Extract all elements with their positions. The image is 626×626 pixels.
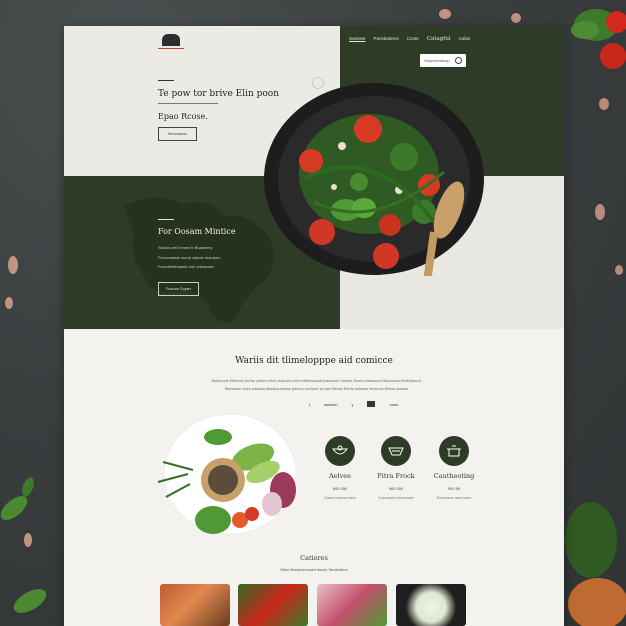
logo-underline	[158, 48, 184, 49]
mid-text-line-2: Feruesaesle sumd satiote manaum	[158, 255, 221, 260]
search-input[interactable]: Sepreivealoup	[420, 54, 466, 67]
platter-icon	[381, 436, 411, 466]
mid-accent-line	[158, 219, 174, 220]
category-thumb-radish[interactable]	[317, 584, 387, 626]
hero-title: Te pow tor brive Elin poon	[158, 89, 280, 99]
search-icon	[455, 57, 462, 64]
feature-card-1[interactable]: Aelvee 600 050 Dasee nariesa leeto	[310, 436, 370, 500]
feature-title: Cautheoting	[433, 472, 475, 480]
nav-item-catalog[interactable]: Catagful	[427, 36, 451, 42]
facebook-icon[interactable]: f	[309, 402, 310, 407]
feature-price: 900 90	[447, 486, 461, 491]
feature-card-3[interactable]: Cautheoting 900 90 Renseteoe nares areo	[424, 436, 484, 500]
hero-rule	[158, 103, 218, 104]
feature-desc: Coeoasare teereoeane	[378, 496, 414, 500]
mid-cta-button[interactable]: Fuauoe Dupler	[158, 282, 199, 296]
website-page: Suenest Pansbaterns Conte Catagful Cabis…	[64, 26, 564, 626]
salad-plate-image	[157, 413, 297, 535]
mid-text-line-1: Senda crel lmnee fe Buaseney	[158, 245, 213, 250]
feature-title: Pitra Frock	[377, 472, 415, 480]
category-thumb-vegetables[interactable]	[238, 584, 308, 626]
salad-bowl-image	[264, 83, 484, 276]
nav-item-home[interactable]: Suenest	[349, 36, 366, 42]
section-text-line-1: Summone Etteemo ferrtor yiebre emre chia…	[211, 379, 422, 383]
top-nav: Suenest Pansbaterns Conte Catagful Cabis	[349, 36, 470, 42]
feature-title: Aelvee	[329, 472, 351, 480]
title-accent-line	[158, 80, 174, 81]
hero-subtitle: Epao Rcose.	[158, 112, 208, 121]
feature-price: 900 000	[388, 486, 404, 491]
bowl-icon	[325, 436, 355, 466]
nav-item-cabis[interactable]: Cabis	[459, 36, 471, 42]
categories-subtitle: Waro Boriaenmrnsee leeoni Terosnitiem	[280, 568, 348, 572]
search-placeholder: Sepreivealoup	[424, 58, 450, 63]
feature-card-2[interactable]: Pitra Frock 900 000 Coeoasare teereoeane	[366, 436, 426, 500]
section-title: Wariis dit tlimelopppe aid comicce	[235, 356, 393, 366]
social-links: f astreon y ooon	[309, 401, 398, 407]
nav-item-contact[interactable]: Conte	[407, 36, 419, 42]
brand-logo[interactable]	[162, 34, 180, 46]
categories-title: Catieres	[300, 554, 328, 562]
nav-item-partners[interactable]: Pansbaterns	[374, 36, 399, 42]
pot-icon	[439, 436, 469, 466]
feature-desc: Renseteoe nares areo	[436, 496, 472, 500]
section-text-line-2: Rameeae artes wetotsa deteaus tamse pter…	[224, 387, 409, 391]
social-label-1[interactable]: astreon	[324, 402, 337, 407]
twitter-icon[interactable]: y	[351, 402, 353, 407]
hero-cta-button[interactable]: Senoraicon	[158, 127, 197, 141]
mid-text-line-3: Faruvitetsinamla orel ontoauser	[158, 264, 215, 269]
category-thumb-salmon[interactable]	[160, 584, 230, 626]
feature-price: 600 050	[332, 486, 348, 491]
social-label-2[interactable]: ooon	[389, 402, 398, 407]
category-thumb-bowl[interactable]	[396, 584, 466, 626]
mid-title: For Oosam Mintice	[158, 227, 236, 236]
social-badge[interactable]	[367, 401, 376, 407]
feature-desc: Dasee nariesa leeto	[324, 496, 356, 500]
